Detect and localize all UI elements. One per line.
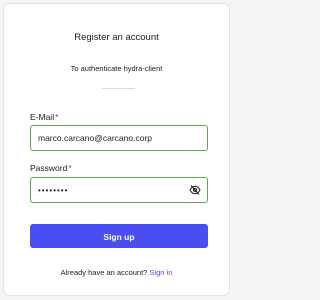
- email-required-marker: *: [55, 112, 59, 122]
- password-label-text: Password: [30, 163, 68, 173]
- signin-prompt-text: Already have an account?: [60, 268, 148, 277]
- divider: [102, 88, 135, 89]
- email-label-text: E-Mail: [30, 112, 55, 122]
- email-field[interactable]: [38, 126, 188, 150]
- sign-in-link[interactable]: Sign in: [149, 268, 172, 277]
- email-label: E-Mail*: [30, 112, 58, 122]
- signin-prompt: Already have an account? Sign in: [4, 268, 229, 277]
- sign-up-button[interactable]: Sign up: [30, 224, 208, 248]
- email-field-box: [30, 125, 208, 151]
- page-subtitle: To authenticate hydra-client: [70, 64, 163, 73]
- register-card: Register an account To authenticate hydr…: [3, 3, 230, 296]
- page-title: Register an account: [74, 32, 159, 43]
- password-label: Password*: [30, 163, 72, 173]
- password-required-marker: *: [68, 163, 72, 173]
- password-field[interactable]: [38, 178, 188, 202]
- eye-off-icon[interactable]: [189, 184, 201, 196]
- password-field-box: [30, 177, 208, 203]
